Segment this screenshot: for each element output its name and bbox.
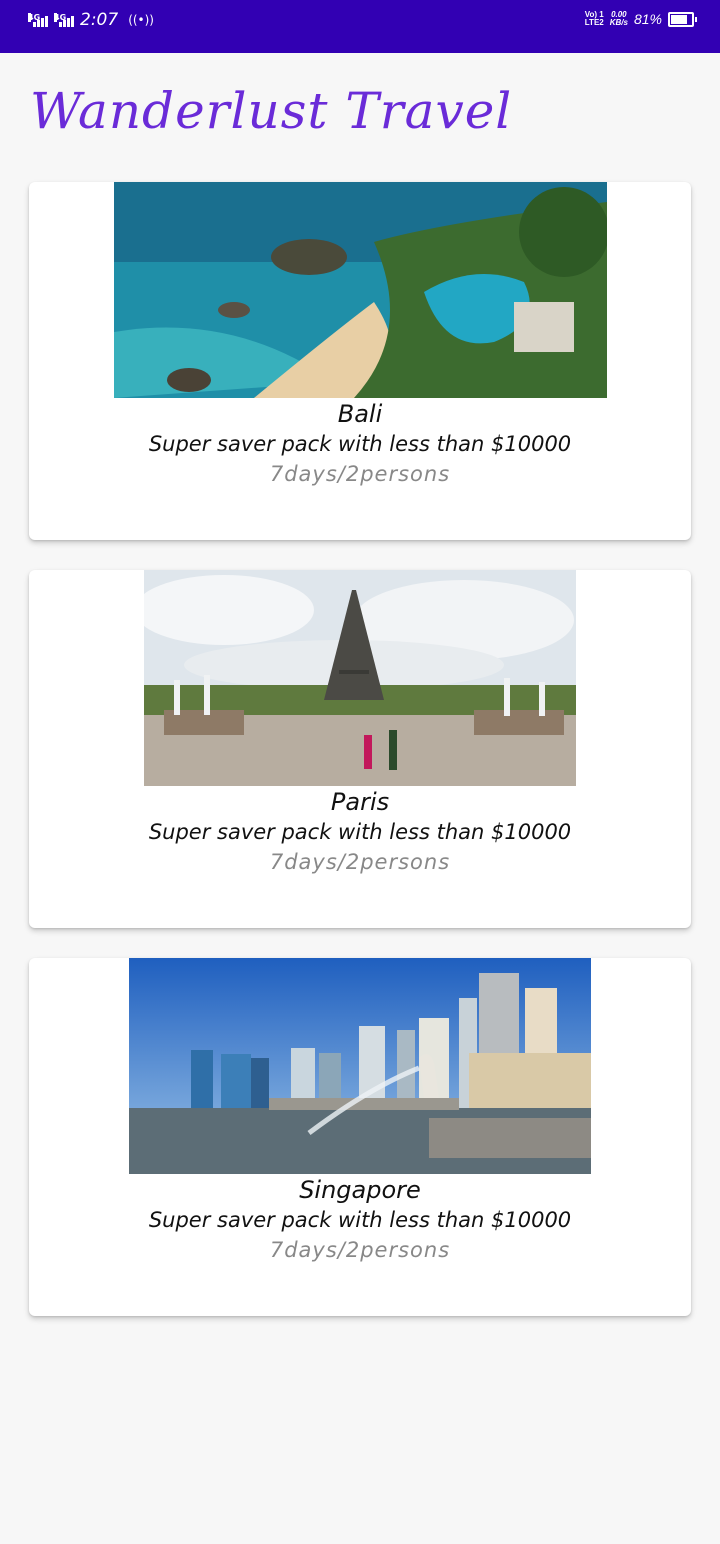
card-city: Singapore: [299, 1176, 421, 1204]
destination-card-paris[interactable]: Paris Super saver pack with less than $1…: [29, 570, 691, 928]
app-title: Wanderlust Travel: [30, 82, 513, 140]
status-right: Vo) 1 LTE2 0.00 KB/s 81%: [584, 10, 697, 27]
status-bar: 4G 4G 2:07 ((•)) Vo) 1 LTE2 0.00 KB/s 81%: [0, 0, 720, 53]
signal-icon-2: 4G: [54, 13, 74, 27]
card-duration: 7days/2persons: [269, 462, 451, 486]
clock: 2:07: [80, 10, 119, 30]
destination-card-bali[interactable]: Bali Super saver pack with less than $10…: [29, 182, 691, 540]
card-duration: 7days/2persons: [269, 850, 451, 874]
signal-icon: 4G: [28, 13, 48, 27]
singapore-photo: [129, 958, 591, 1174]
card-city: Paris: [330, 788, 390, 816]
battery-percent: 81%: [633, 11, 662, 27]
status-left: 4G 4G 2:07 ((•)): [28, 10, 154, 30]
hotspot-icon: ((•)): [128, 13, 154, 27]
destination-card-singapore[interactable]: Singapore Super saver pack with less tha…: [29, 958, 691, 1316]
bali-photo: [114, 182, 607, 398]
card-duration: 7days/2persons: [269, 1238, 451, 1262]
card-city: Bali: [337, 400, 383, 428]
network-speed: 0.00 KB/s: [609, 10, 628, 27]
card-description: Super saver pack with less than $10000: [148, 1208, 572, 1232]
battery-icon: [668, 11, 697, 27]
card-description: Super saver pack with less than $10000: [148, 432, 572, 456]
paris-photo: [144, 570, 576, 786]
card-description: Super saver pack with less than $10000: [148, 820, 572, 844]
volte-indicator: Vo) 1 LTE2: [584, 10, 604, 27]
